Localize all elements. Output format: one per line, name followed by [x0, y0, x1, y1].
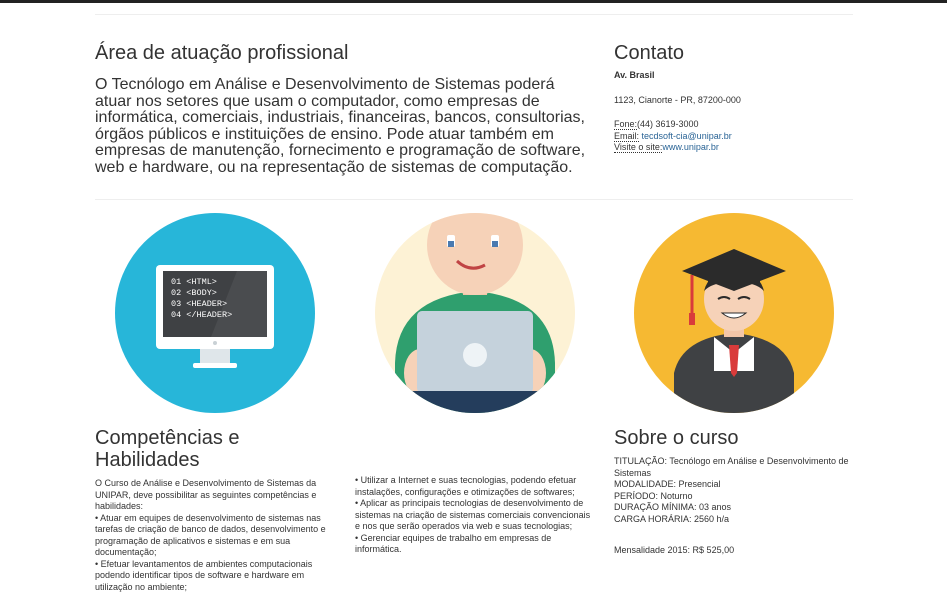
top-bar	[0, 0, 947, 3]
carga-label: CARGA HORÁRIA:	[614, 513, 692, 524]
modalidade-row: MODALIDADE: Presencial	[614, 479, 854, 491]
carga-row: CARGA HORÁRIA: 2560 h/a	[614, 514, 854, 526]
code-line: 02 <BODY>	[171, 288, 217, 298]
duracao-label: DURAÇÃO MÍNIMA:	[614, 502, 697, 512]
periodo-row: PERÍODO: Noturno	[614, 491, 854, 503]
area-title: Área de atuação profissional	[95, 42, 349, 64]
developer-illustration	[375, 213, 575, 413]
competencias-item: • Efetuar levantamentos de ambientes com…	[95, 558, 313, 592]
competencias-item: • Gerenciar equipes de trabalho em empre…	[355, 532, 552, 555]
periodo-label: PERÍODO:	[614, 490, 659, 501]
email-label: Email:	[614, 130, 640, 142]
contact-street: Av. Brasil	[614, 70, 655, 80]
computer-illustration: 01 <HTML> 02 <BODY> 03 <HEADER> 04 </HEADER…	[115, 213, 315, 413]
code-line: 04 </HEADER>	[171, 310, 232, 320]
competencias-item: • Aplicar as principais tecnologias de d…	[355, 498, 591, 531]
code-line: 03 <HEADER>	[171, 299, 227, 309]
modalidade-label: MODALIDADE:	[614, 479, 677, 489]
contact-site-row: Visite o site:www.unipar.br	[614, 142, 854, 154]
carga-value: 2560 h/a	[694, 513, 730, 524]
modalidade-value: Presencial	[678, 479, 721, 489]
contact-block: Av. Brasil 1123, Cianorte - PR, 87200-00…	[614, 70, 854, 154]
email-link[interactable]: tecdsoft-cia@unipar.br	[642, 131, 732, 141]
area-text: O Tecnólogo em Análise e Desenvolvimento…	[95, 76, 586, 176]
titulacao-row: TITULAÇÃO: Tecnólogo em Análise e Desenv…	[614, 456, 854, 479]
titulacao-label: TITULAÇÃO:	[614, 456, 668, 466]
contact-email-row: Email: tecdsoft-cia@unipar.br	[614, 130, 854, 143]
divider-middle	[95, 199, 853, 200]
contact-address: 1123, Cianorte - PR, 87200-000	[614, 94, 741, 105]
graduate-illustration	[634, 213, 834, 413]
sobre-details: TITULAÇÃO: Tecnólogo em Análise e Desenv…	[614, 456, 854, 557]
competencias-item: • Atuar em equipes de desenvolvimento de…	[95, 512, 326, 558]
competencias-col-1: O Curso de Análise e Desenvolvimento de …	[95, 478, 335, 593]
divider-top	[95, 14, 853, 15]
contact-title: Contato	[614, 42, 685, 64]
code-line: 01 <HTML>	[171, 277, 217, 287]
contact-phone-row: Fone:(44) 3619-3000	[614, 119, 854, 131]
sobre-title: Sobre o curso	[614, 427, 739, 449]
competencias-intro: O Curso de Análise e Desenvolvimento de …	[95, 478, 317, 511]
phone-value: (44) 3619-3000	[637, 119, 699, 129]
site-link[interactable]: www.unipar.br	[662, 142, 719, 152]
phone-label: Fone:	[614, 119, 638, 130]
competencias-title: Competências e Habilidades	[95, 427, 240, 471]
site-label: Visite o site:	[614, 142, 663, 153]
duracao-row: DURAÇÃO MÍNIMA: 03 anos	[614, 502, 854, 514]
competencias-item: • Utilizar a Internet e suas tecnologias…	[355, 475, 577, 497]
mensalidade: Mensalidade 2015: R$ 525,00	[614, 545, 735, 555]
competencias-col-2: • Utilizar a Internet e suas tecnologias…	[355, 475, 595, 556]
duracao-value: 03 anos	[699, 502, 732, 512]
periodo-value: Noturno	[660, 490, 693, 501]
